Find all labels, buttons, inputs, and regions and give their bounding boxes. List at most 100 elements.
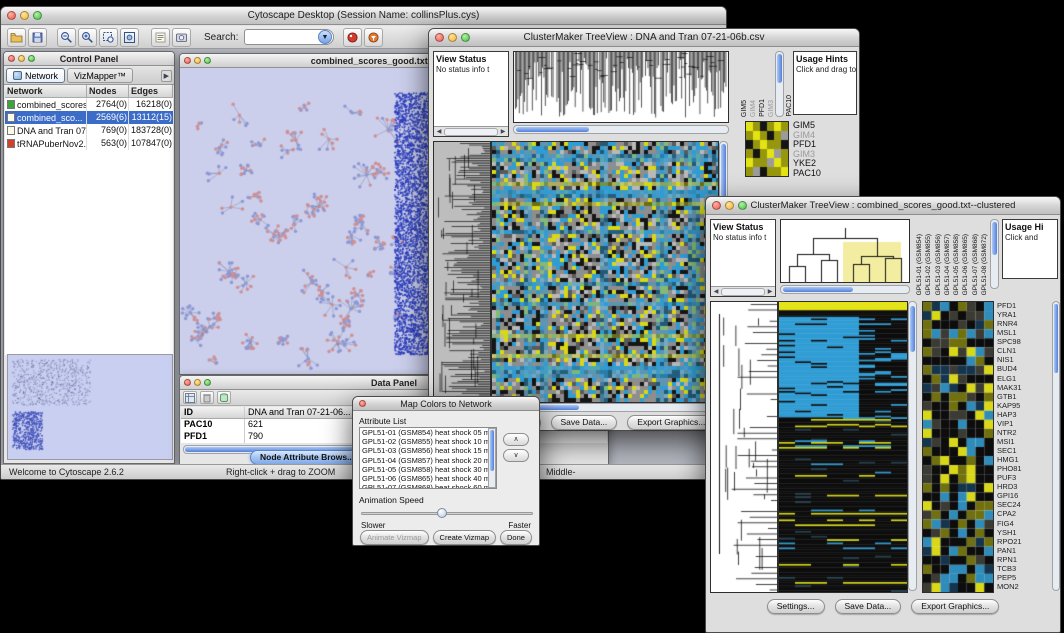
column-label[interactable]: PFD1	[759, 99, 766, 117]
gene-label[interactable]: RPO21	[997, 537, 1051, 546]
gene-label[interactable]: TCB3	[997, 564, 1051, 573]
snapshot-icon[interactable]	[172, 28, 191, 47]
scroll-right-icon[interactable]: ▶	[498, 128, 508, 135]
database-icon[interactable]	[217, 391, 231, 404]
scroll-left-icon[interactable]: ◀	[711, 288, 721, 295]
close-icon[interactable]	[8, 55, 15, 62]
control-panel-titlebar[interactable]: Control Panel	[4, 52, 174, 66]
attribute-item[interactable]: GPL51-07 (GSM868) heat shock 60 min	[360, 483, 496, 489]
global-heatmap[interactable]	[778, 301, 908, 593]
open-folder-icon[interactable]	[7, 28, 26, 47]
scroll-thumb[interactable]	[992, 222, 997, 255]
column-label[interactable]: GPL51-03 (GSM856)	[935, 234, 942, 295]
column-label[interactable]: GPL51-08 (GSM872)	[981, 234, 988, 295]
gene-label[interactable]: HRD3	[997, 482, 1051, 491]
gene-label[interactable]: PAN1	[997, 546, 1051, 555]
gene-label[interactable]: PFD1	[997, 301, 1051, 310]
chevron-down-icon[interactable]: ▼	[318, 30, 332, 44]
delete-attribute-icon[interactable]	[200, 391, 214, 404]
network-row[interactable]: DNA and Tran 07... 769(0) 183728(0)	[5, 124, 173, 137]
minimize-icon[interactable]	[194, 57, 201, 64]
row-dendrogram[interactable]	[710, 301, 778, 593]
scroll-track[interactable]	[444, 128, 498, 136]
save-icon[interactable]	[28, 28, 47, 47]
global-heatmap[interactable]	[491, 141, 719, 403]
annotation-icon[interactable]	[151, 28, 170, 47]
column-label[interactable]: GIM5	[741, 100, 748, 117]
attribute-item[interactable]: GPL51-03 (GSM856) heat shock 15 min	[360, 446, 496, 455]
gene-label[interactable]: SPC98	[997, 337, 1051, 346]
gene-label[interactable]: GPI16	[997, 491, 1051, 500]
animate-vizmap-button[interactable]: Animate Vizmap	[360, 530, 428, 545]
scroll-thumb[interactable]	[910, 306, 915, 352]
map-colors-titlebar[interactable]: Map Colors to Network	[353, 397, 539, 411]
move-down-button[interactable]: ∨	[503, 449, 529, 462]
column-label[interactable]: GPL51-04 (GSM857)	[944, 234, 951, 295]
treeview-button[interactable]: Save Data...	[835, 599, 902, 614]
column-dendrogram[interactable]	[513, 51, 729, 123]
network-row[interactable]: combined_scores 2764(0) 16218(0)	[5, 98, 173, 111]
view-status-scrollbar[interactable]: ◀ ▶	[711, 286, 775, 296]
scroll-thumb[interactable]	[1054, 304, 1058, 373]
gene-label[interactable]: NIS1	[997, 355, 1051, 364]
gene-label[interactable]: SEC1	[997, 446, 1051, 455]
treeview-button[interactable]: Settings...	[767, 599, 825, 614]
col-id[interactable]: ID	[181, 407, 245, 418]
close-icon[interactable]	[712, 201, 721, 210]
main-titlebar[interactable]: Cytoscape Desktop (Session Name: collins…	[1, 7, 726, 25]
scroll-thumb[interactable]	[490, 430, 494, 471]
gene-labels-vscrollbar[interactable]	[1052, 301, 1060, 591]
attribute-item[interactable]: GPL51-02 (GSM855) heat shock 10 min	[360, 437, 496, 446]
gene-label[interactable]: KAP95	[997, 401, 1051, 410]
col-nodes[interactable]: Nodes	[87, 85, 129, 97]
gene-label[interactable]: VIP1	[997, 419, 1051, 428]
row-dendrogram[interactable]	[433, 141, 491, 403]
gene-label[interactable]: PHO81	[997, 464, 1051, 473]
gene-label[interactable]: YRA1	[997, 310, 1051, 319]
zoom-heatmap[interactable]	[922, 301, 994, 593]
zoom-out-icon[interactable]	[57, 28, 76, 47]
gene-label[interactable]: SEC24	[997, 500, 1051, 509]
scroll-thumb[interactable]	[783, 287, 853, 292]
gene-label[interactable]: CPA2	[997, 509, 1051, 518]
column-tree-hscrollbar[interactable]	[513, 125, 729, 134]
treeview-button[interactable]: Export Graphics...	[911, 599, 999, 614]
scroll-thumb[interactable]	[516, 127, 589, 132]
minimize-icon[interactable]	[194, 379, 201, 386]
column-label[interactable]: GPL51-07 (GSM868)	[972, 234, 979, 295]
search-input[interactable]: ▼	[244, 29, 334, 45]
move-up-button[interactable]: ∧	[503, 433, 529, 446]
scroll-left-icon[interactable]: ◀	[434, 128, 444, 135]
close-icon[interactable]	[435, 33, 444, 42]
view-status-scrollbar[interactable]: ◀ ▶	[434, 126, 508, 136]
close-icon[interactable]	[7, 11, 16, 20]
column-label[interactable]: GPL51-06 (GSM865)	[962, 234, 969, 295]
tab-network[interactable]: Network	[6, 68, 65, 83]
close-icon[interactable]	[184, 57, 191, 64]
animation-speed-slider[interactable]	[361, 512, 533, 515]
row-label[interactable]: PAC10	[793, 169, 821, 179]
close-icon[interactable]	[359, 400, 366, 407]
network-row[interactable]: combined_sco... 2569(6) 13112(15)	[5, 111, 173, 124]
vizmapper-icon[interactable]	[343, 28, 362, 47]
column-label[interactable]: GPL51-05 (GSM858)	[953, 234, 960, 295]
attribute-item[interactable]: GPL51-01 (GSM854) heat shock 05 min	[360, 428, 496, 437]
column-label[interactable]: GPL51-02 (GSM855)	[925, 234, 932, 295]
col-edges[interactable]: Edges	[129, 85, 173, 97]
heatmap-vscrollbar[interactable]	[908, 301, 917, 591]
zoom-in-icon[interactable]	[78, 28, 97, 47]
gene-label[interactable]: MSL1	[997, 328, 1051, 337]
gene-label[interactable]: FIG4	[997, 519, 1051, 528]
zoom-fit-icon[interactable]	[120, 28, 139, 47]
treeview-combined-titlebar[interactable]: ClusterMaker TreeView : combined_scores_…	[706, 197, 1060, 215]
network-overview-thumbnail[interactable]	[7, 354, 173, 460]
gene-label[interactable]: HAP3	[997, 410, 1051, 419]
gene-label[interactable]: HMG1	[997, 455, 1051, 464]
attribute-item[interactable]: GPL51-05 (GSM858) heat shock 30 min	[360, 465, 496, 474]
gene-label[interactable]: MAK31	[997, 383, 1051, 392]
treeview-button[interactable]: Save Data...	[551, 415, 618, 430]
attribute-item[interactable]: GPL51-06 (GSM865) heat shock 40 min	[360, 474, 496, 483]
create-vizmap-button[interactable]: Create Vizmap	[433, 530, 496, 545]
column-labels-vscrollbar[interactable]	[990, 219, 999, 289]
scroll-track[interactable]	[721, 288, 765, 296]
